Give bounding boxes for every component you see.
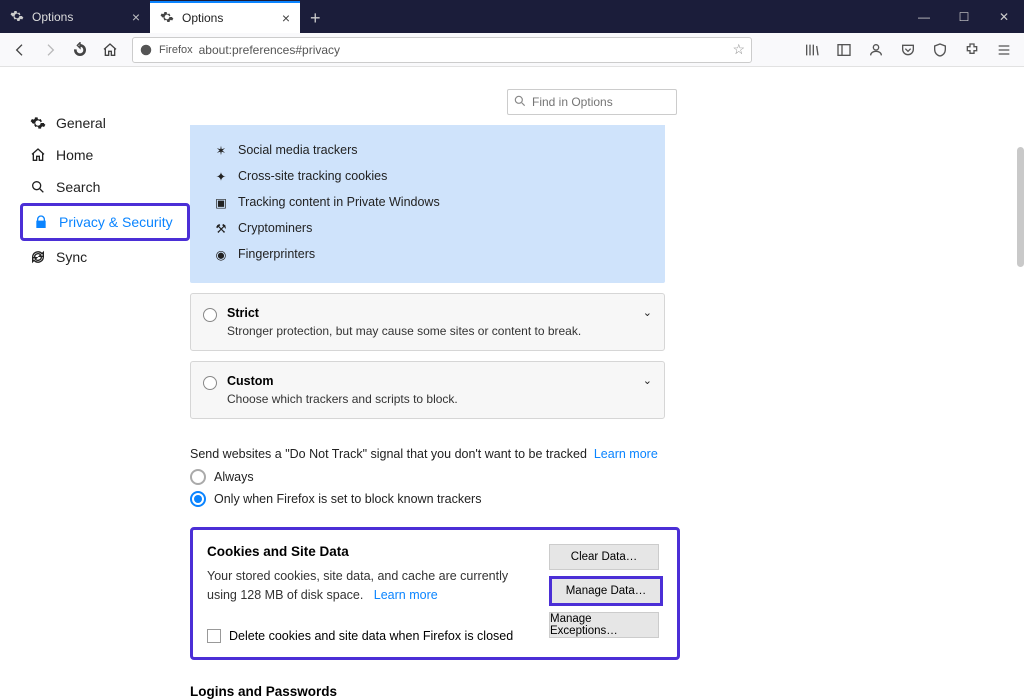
section-heading: Cookies and Site Data — [207, 544, 539, 559]
learn-more-link[interactable]: Learn more — [374, 588, 438, 602]
card-desc: Choose which trackers and scripts to blo… — [227, 392, 648, 406]
gear-icon — [30, 115, 46, 131]
pocket-icon[interactable] — [894, 36, 922, 64]
protection-level-strict[interactable]: Strict Stronger protection, but may caus… — [190, 293, 665, 351]
cookie-icon: ✦ — [214, 169, 228, 183]
tab-label: Options — [182, 11, 223, 25]
card-title: Custom — [227, 374, 648, 388]
dnt-option-always[interactable]: Always — [190, 469, 665, 485]
radio-icon[interactable] — [203, 308, 217, 322]
sidebar-item-sync[interactable]: Sync — [20, 241, 190, 273]
url-text: about:preferences#privacy — [199, 43, 340, 57]
account-icon[interactable] — [862, 36, 890, 64]
tracking-item: ✶ Social media trackers — [214, 137, 641, 163]
manage-data-button[interactable]: Manage Data… — [549, 576, 663, 606]
card-desc: Stronger protection, but may cause some … — [227, 324, 648, 338]
dnt-intro-text: Send websites a "Do Not Track" signal th… — [190, 447, 587, 461]
cookies-desc: Your stored cookies, site data, and cach… — [207, 569, 508, 602]
sidebar-item-label: Privacy & Security — [59, 214, 173, 230]
tracking-item: ✦ Cross-site tracking cookies — [214, 163, 641, 189]
content-area: General Home Search Privacy & Security S… — [0, 67, 1024, 683]
radio-label: Always — [214, 470, 254, 484]
tab-options-1[interactable]: Options × — [0, 1, 150, 33]
tracking-content-icon: ▣ — [214, 195, 228, 209]
checkbox-label: Delete cookies and site data when Firefo… — [229, 629, 513, 643]
sidebar-item-label: Home — [56, 147, 93, 163]
back-button[interactable] — [6, 36, 34, 64]
card-title: Strict — [227, 306, 648, 320]
sidebar-item-search[interactable]: Search — [20, 171, 190, 203]
chevron-down-icon: ⌄ — [643, 374, 652, 387]
tracking-item: ⚒ Cryptominers — [214, 215, 641, 241]
sidebar-item-label: General — [56, 115, 106, 131]
checkbox-icon[interactable] — [207, 629, 221, 643]
preferences-main: ✶ Social media trackers ✦ Cross-site track… — [190, 67, 1024, 683]
protection-level-custom[interactable]: Custom Choose which trackers and scripts… — [190, 361, 665, 419]
gear-icon — [160, 10, 174, 27]
minimize-button[interactable]: — — [904, 1, 944, 33]
sidebar-icon[interactable] — [830, 36, 858, 64]
close-icon[interactable]: × — [132, 9, 140, 25]
sidebar-item-home[interactable]: Home — [20, 139, 190, 171]
tracking-label: Cryptominers — [238, 221, 312, 235]
cryptominer-icon: ⚒ — [214, 221, 228, 235]
window-controls: — ☐ ✕ — [904, 1, 1024, 33]
preferences-sidebar: General Home Search Privacy & Security S… — [0, 67, 190, 683]
chevron-down-icon: ⌄ — [643, 306, 652, 319]
tracking-label: Cross-site tracking cookies — [238, 169, 387, 183]
reload-button[interactable] — [66, 36, 94, 64]
cookies-section: Cookies and Site Data Your stored cookie… — [190, 527, 680, 660]
sync-icon — [30, 249, 46, 265]
tracking-label: Social media trackers — [238, 143, 358, 157]
fingerprint-icon: ◉ — [214, 247, 228, 261]
lock-icon — [33, 214, 49, 230]
bookmark-star-icon[interactable]: ☆ — [732, 41, 745, 58]
nav-toolbar: Firefox about:preferences#privacy ☆ — [0, 33, 1024, 67]
radio-icon[interactable] — [190, 469, 206, 485]
social-trackers-icon: ✶ — [214, 143, 228, 157]
tab-options-2[interactable]: Options × — [150, 1, 300, 33]
home-button[interactable] — [96, 36, 124, 64]
maximize-button[interactable]: ☐ — [944, 1, 984, 33]
radio-icon[interactable] — [203, 376, 217, 390]
addons-icon[interactable] — [958, 36, 986, 64]
manage-exceptions-button[interactable]: Manage Exceptions… — [549, 612, 659, 638]
tracking-item: ◉ Fingerprinters — [214, 241, 641, 267]
logins-heading: Logins and Passwords — [190, 684, 665, 699]
radio-label: Only when Firefox is set to block known … — [214, 492, 481, 506]
library-icon[interactable] — [798, 36, 826, 64]
menu-button[interactable] — [990, 36, 1018, 64]
tracking-standard-panel: ✶ Social media trackers ✦ Cross-site track… — [190, 125, 665, 283]
url-bar[interactable]: Firefox about:preferences#privacy ☆ — [132, 37, 752, 63]
sidebar-item-label: Search — [56, 179, 100, 195]
radio-checked-icon[interactable] — [190, 491, 206, 507]
home-icon — [30, 147, 46, 163]
new-tab-button[interactable]: + — [300, 4, 331, 33]
identity-label: Firefox — [159, 44, 193, 56]
close-icon[interactable]: × — [282, 10, 290, 26]
close-window-button[interactable]: ✕ — [984, 1, 1024, 33]
sidebar-item-label: Sync — [56, 249, 87, 265]
learn-more-link[interactable]: Learn more — [594, 447, 658, 461]
shield-icon[interactable] — [926, 36, 954, 64]
scrollbar-thumb[interactable] — [1017, 147, 1024, 267]
delete-on-close-checkbox[interactable]: Delete cookies and site data when Firefo… — [207, 629, 539, 643]
sidebar-item-privacy[interactable]: Privacy & Security — [23, 206, 187, 238]
tab-label: Options — [32, 10, 73, 24]
sidebar-item-general[interactable]: General — [20, 107, 190, 139]
search-icon — [30, 179, 46, 195]
search-input[interactable] — [507, 89, 677, 115]
tracking-label: Tracking content in Private Windows — [238, 195, 440, 209]
tracking-label: Fingerprinters — [238, 247, 315, 261]
gear-icon — [10, 9, 24, 26]
firefox-icon — [139, 43, 153, 57]
forward-button[interactable] — [36, 36, 64, 64]
dnt-option-known[interactable]: Only when Firefox is set to block known … — [190, 491, 665, 507]
tracking-item: ▣ Tracking content in Private Windows — [214, 189, 641, 215]
do-not-track-section: Send websites a "Do Not Track" signal th… — [190, 447, 665, 507]
titlebar: Options × Options × + — ☐ ✕ — [0, 0, 1024, 33]
clear-data-button[interactable]: Clear Data… — [549, 544, 659, 570]
